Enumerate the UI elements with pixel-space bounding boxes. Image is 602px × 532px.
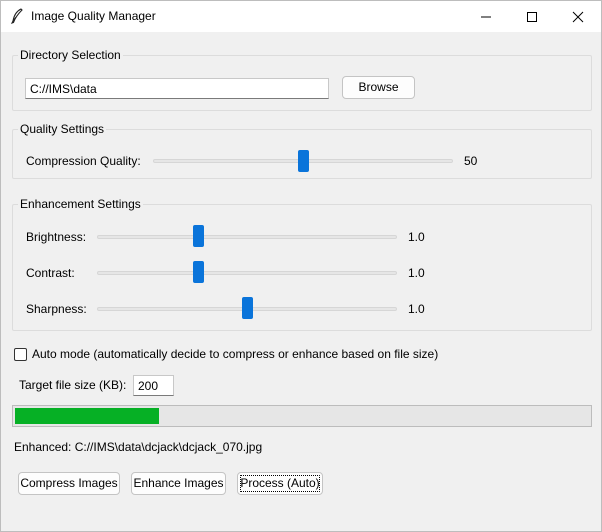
contrast-value: 1.0 — [408, 266, 425, 280]
minimize-button[interactable] — [463, 1, 509, 32]
sharpness-slider-thumb[interactable] — [242, 297, 253, 319]
target-size-input[interactable]: 200 — [133, 375, 174, 396]
contrast-slider-track[interactable] — [97, 271, 397, 275]
progress-bar-fill — [15, 408, 159, 424]
compression-quality-label: Compression Quality: — [26, 154, 141, 168]
process-auto-button[interactable]: Process (Auto) — [237, 472, 323, 495]
quality-group-title: Quality Settings — [18, 122, 107, 136]
sharpness-label: Sharpness: — [26, 302, 87, 316]
close-button[interactable] — [555, 1, 601, 32]
status-text: Enhanced: C://IMS\data\dcjack\dcjack_070… — [14, 440, 263, 454]
compression-slider-thumb[interactable] — [298, 150, 309, 172]
contrast-slider-thumb[interactable] — [193, 261, 204, 283]
enhance-images-button[interactable]: Enhance Images — [131, 472, 226, 495]
progress-bar — [12, 405, 592, 427]
quality-group: Quality Settings Compression Quality: 50 — [12, 122, 592, 179]
directory-group-title: Directory Selection — [18, 48, 123, 62]
directory-path-input[interactable]: C://IMS\data — [25, 78, 329, 99]
window-title: Image Quality Manager — [31, 9, 156, 23]
app-window: Image Quality Manager Directory Selectio… — [0, 0, 602, 532]
sharpness-value: 1.0 — [408, 302, 425, 316]
close-icon — [572, 11, 584, 23]
enhancement-group: Enhancement Settings Brightness: 1.0 Con… — [12, 197, 592, 331]
target-size-label: Target file size (KB): — [19, 378, 127, 392]
compression-value: 50 — [464, 154, 478, 168]
maximize-button[interactable] — [509, 1, 555, 32]
contrast-label: Contrast: — [26, 266, 75, 280]
minimize-icon — [480, 11, 492, 23]
brightness-value: 1.0 — [408, 230, 425, 244]
auto-mode-label[interactable]: Auto mode (automatically decide to compr… — [32, 347, 438, 361]
compress-images-button[interactable]: Compress Images — [18, 472, 120, 495]
browse-button[interactable]: Browse — [342, 76, 415, 99]
maximize-icon — [526, 11, 538, 23]
title-bar: Image Quality Manager — [1, 1, 601, 32]
auto-mode-checkbox[interactable] — [14, 348, 27, 361]
brightness-slider-track[interactable] — [97, 235, 397, 239]
brightness-label: Brightness: — [26, 230, 87, 244]
directory-group: Directory Selection C://IMS\data Browse — [12, 48, 592, 111]
enhancement-group-title: Enhancement Settings — [18, 197, 143, 211]
feather-icon — [10, 8, 24, 24]
brightness-slider-thumb[interactable] — [193, 225, 204, 247]
